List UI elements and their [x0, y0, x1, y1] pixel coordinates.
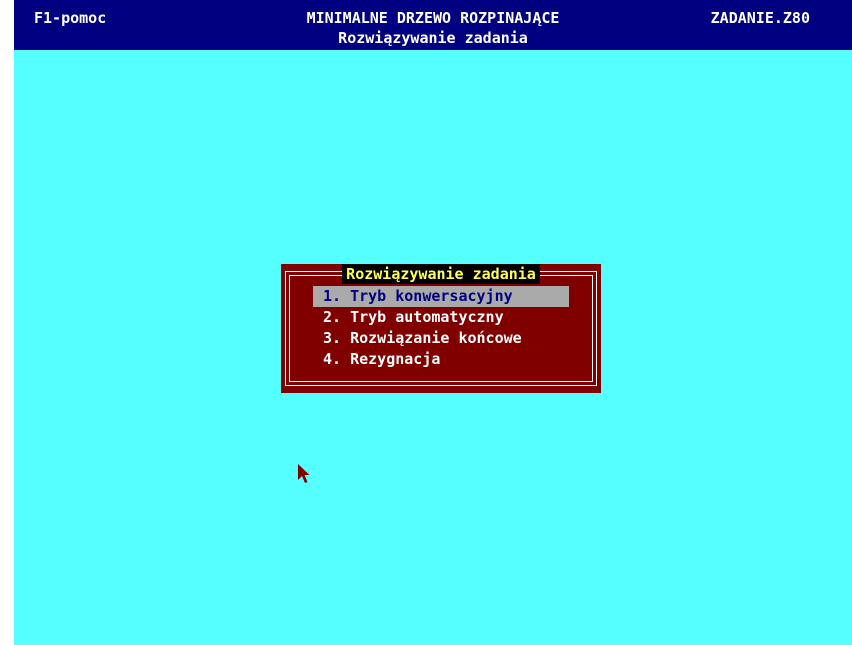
- menu-item-automatic-mode[interactable]: 2. Tryb automatyczny: [313, 307, 569, 328]
- menu-item-final-solution[interactable]: 3. Rozwiązanie końcowe: [313, 328, 569, 349]
- menu-list: 1. Tryb konwersacyjny 2. Tryb automatycz…: [313, 286, 569, 370]
- menu-item-cancel[interactable]: 4. Rezygnacja: [313, 349, 569, 370]
- task-id: ZADANIE.Z80: [710, 9, 810, 27]
- app-subtitle: Rozwiązywanie zadania: [338, 29, 528, 47]
- solve-menu-dialog: Rozwiązywanie zadania 1. Tryb konwersacy…: [281, 264, 601, 393]
- header-bar: F1-pomoc MINIMALNE DRZEWO ROZPINAJĄCE Ro…: [14, 0, 852, 50]
- arrow-pointer-icon: [298, 464, 310, 483]
- menu-item-conversational-mode[interactable]: 1. Tryb konwersacyjny: [313, 286, 569, 307]
- menu-title-bar: Rozwiązywanie zadania: [281, 264, 601, 284]
- menu-title: Rozwiązywanie zadania: [342, 264, 540, 284]
- dos-screen: F1-pomoc MINIMALNE DRZEWO ROZPINAJĄCE Ro…: [14, 0, 852, 645]
- cursor-shape: [298, 464, 310, 483]
